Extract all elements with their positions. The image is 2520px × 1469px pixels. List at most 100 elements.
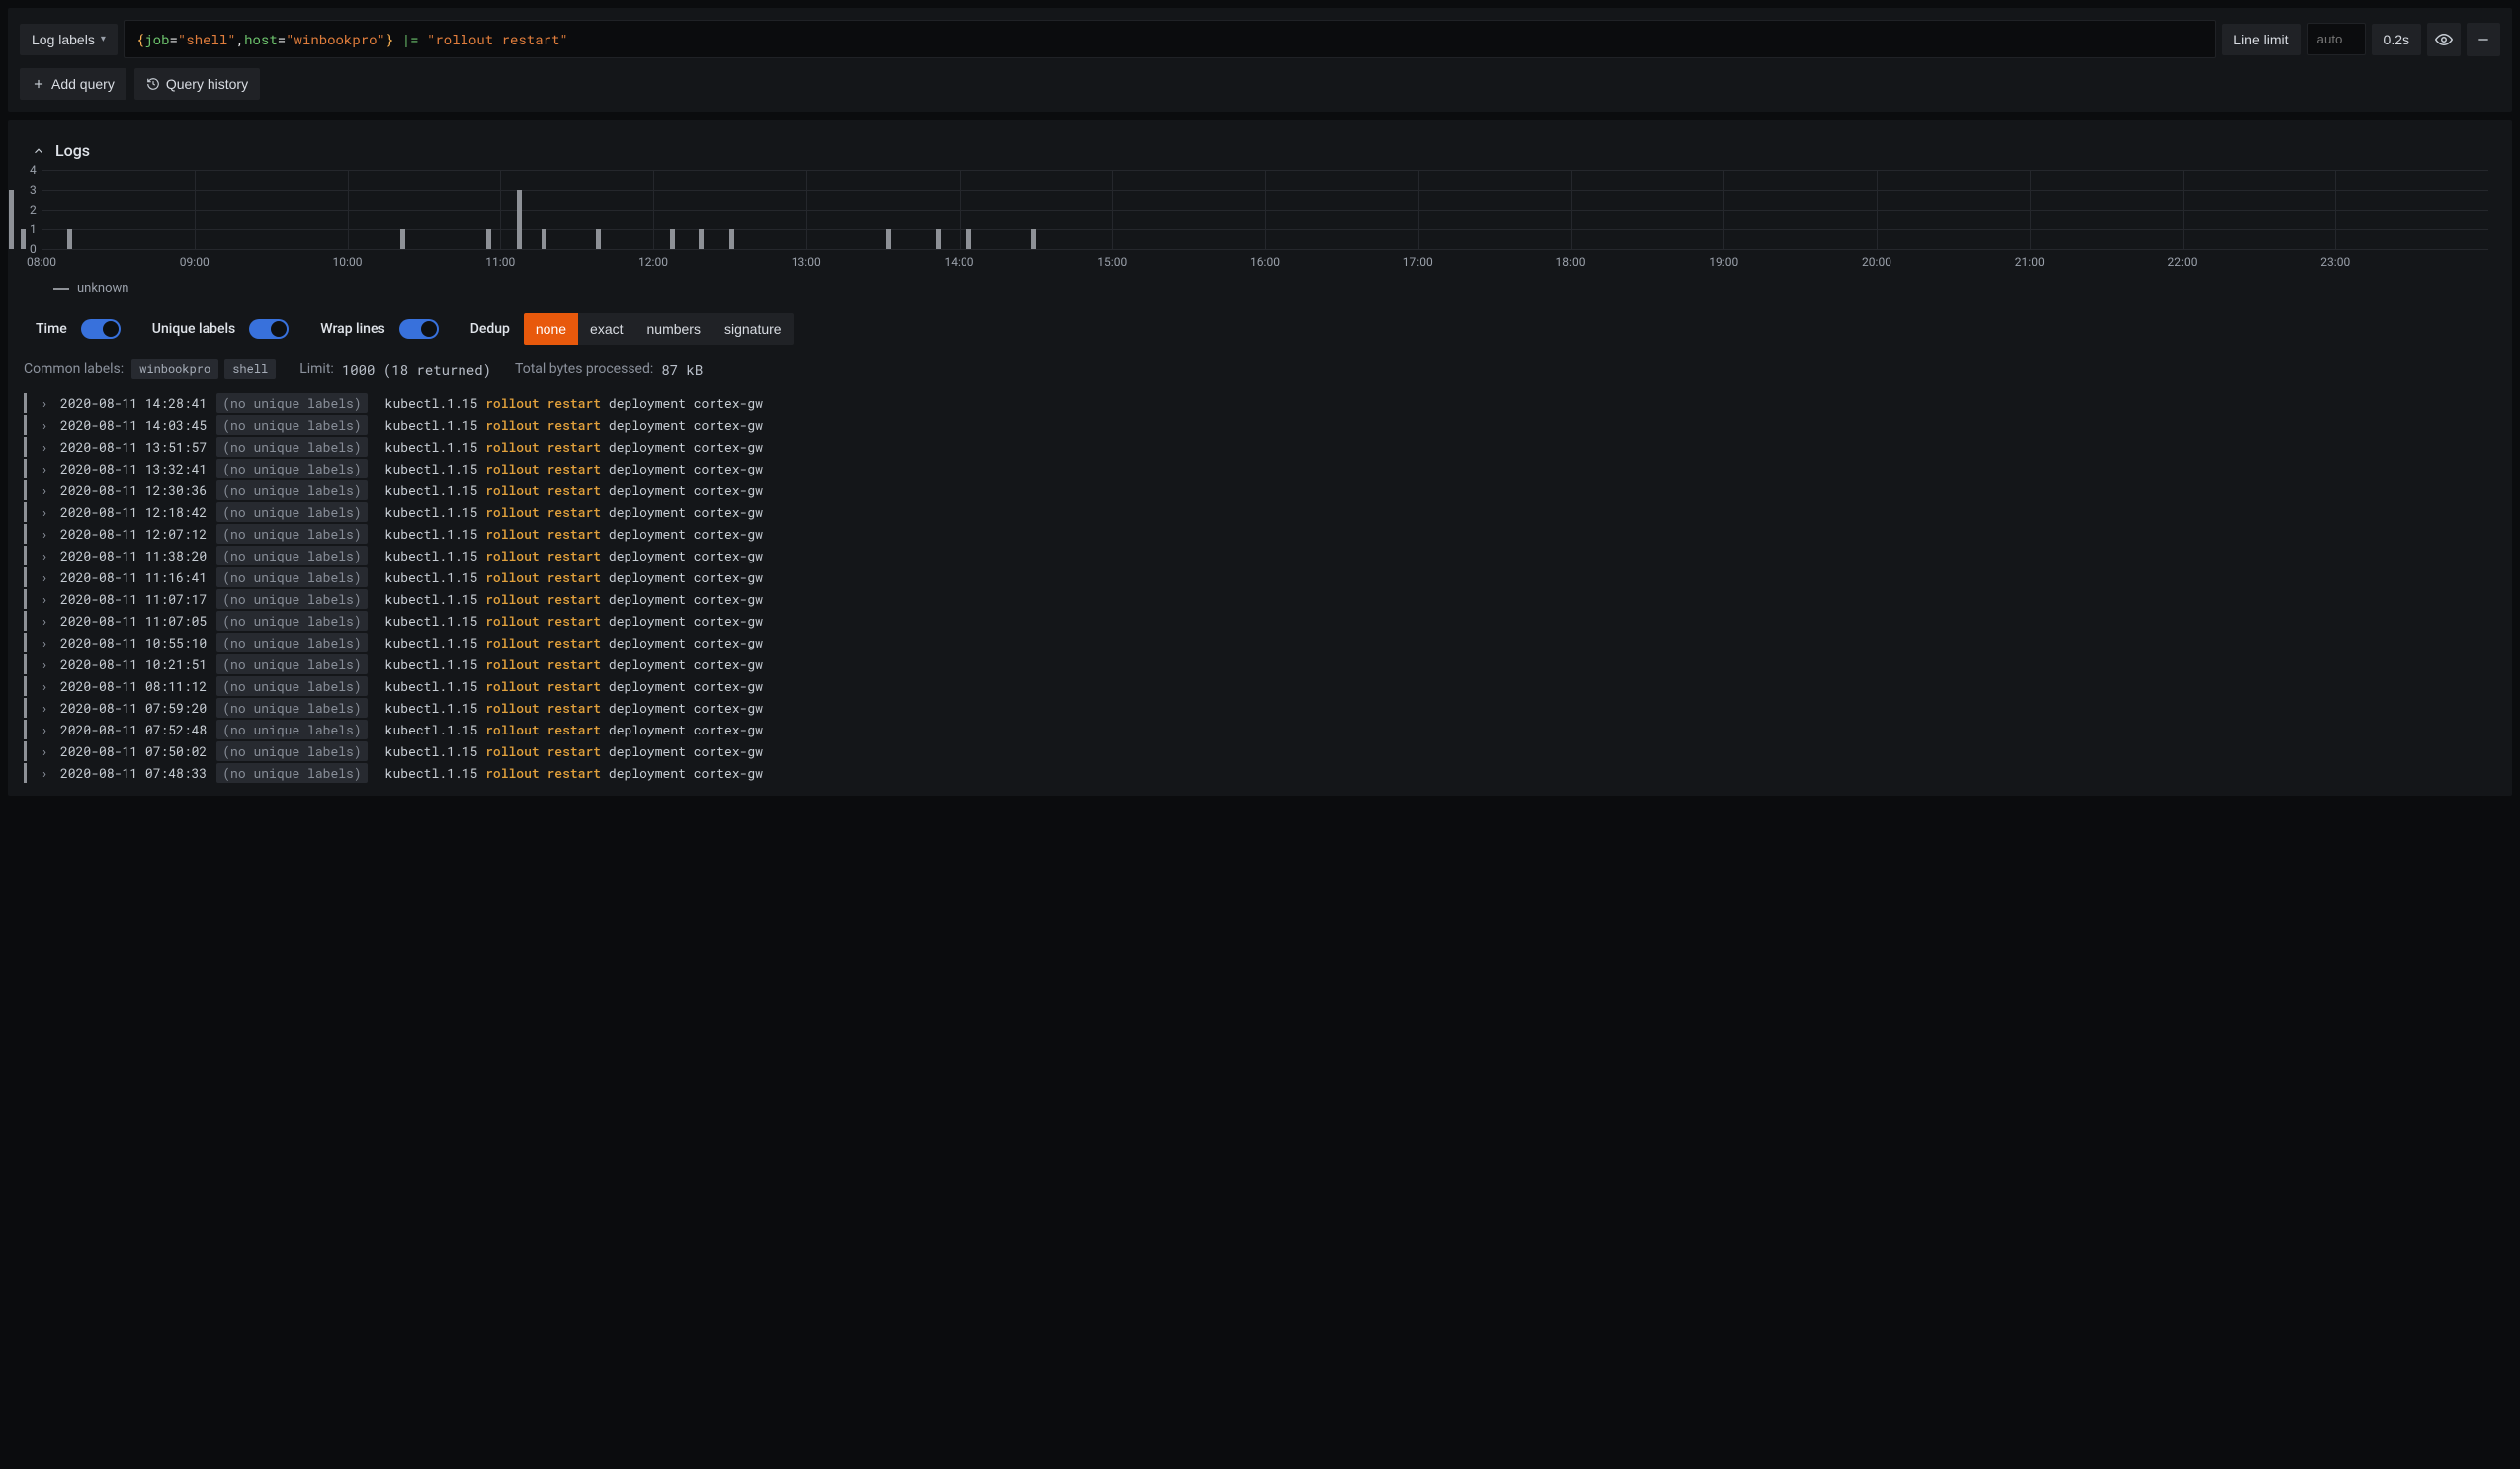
log-message: kubectl.1.15 rollout restart deployment … — [385, 612, 763, 630]
log-options-bar: Time Unique labels Wrap lines Dedup none… — [20, 296, 2500, 351]
query-token-eq2: = — [278, 30, 286, 48]
hist-bar[interactable] — [1031, 229, 1036, 249]
log-level-bar — [24, 763, 27, 783]
expand-log-row-button[interactable]: › — [39, 655, 50, 673]
expand-log-row-button[interactable]: › — [39, 677, 50, 695]
log-timestamp: 2020-08-11 10:21:51 — [60, 655, 207, 673]
add-query-button[interactable]: Add query — [20, 68, 126, 100]
log-message-highlight: rollout restart — [485, 547, 601, 564]
hist-bar[interactable] — [729, 229, 734, 249]
log-message-prefix: kubectl.1.15 — [385, 438, 485, 456]
log-row: ›2020-08-11 10:55:10(no unique labels)ku… — [24, 632, 2496, 653]
expand-log-row-button[interactable]: › — [39, 568, 50, 586]
hist-bar[interactable] — [400, 229, 405, 249]
expand-log-row-button[interactable]: › — [39, 612, 50, 630]
log-timestamp: 2020-08-11 11:07:17 — [60, 590, 207, 608]
no-unique-labels-badge: (no unique labels) — [216, 480, 367, 500]
common-label-chip: shell — [224, 359, 276, 379]
hist-bar[interactable] — [966, 229, 971, 249]
toggle-wrap-lines[interactable] — [399, 319, 439, 339]
expand-log-row-button[interactable]: › — [39, 742, 50, 760]
hist-bar[interactable] — [542, 229, 546, 249]
log-timestamp: 2020-08-11 12:07:12 — [60, 525, 207, 543]
expand-log-row-button[interactable]: › — [39, 460, 50, 477]
log-level-bar — [24, 698, 27, 718]
log-message: kubectl.1.15 rollout restart deployment … — [385, 699, 763, 717]
log-timestamp: 2020-08-11 08:11:12 — [60, 677, 207, 695]
toggle-visibility-button[interactable] — [2427, 23, 2461, 56]
hist-bar[interactable] — [67, 229, 72, 249]
log-message: kubectl.1.15 rollout restart deployment … — [385, 438, 763, 456]
log-timestamp: 2020-08-11 07:50:02 — [60, 742, 207, 760]
log-message-suffix: deployment cortex-gw — [601, 503, 763, 521]
log-message-highlight: rollout restart — [485, 655, 601, 673]
hist-bar[interactable] — [596, 229, 601, 249]
hist-x-tick: 16:00 — [1250, 255, 1280, 269]
log-message: kubectl.1.15 rollout restart deployment … — [385, 590, 763, 608]
hist-bar[interactable] — [886, 229, 891, 249]
log-timestamp: 2020-08-11 10:55:10 — [60, 634, 207, 651]
dedup-option-numbers[interactable]: numbers — [635, 313, 713, 345]
log-message-highlight: rollout restart — [485, 699, 601, 717]
dedup-option-signature[interactable]: signature — [713, 313, 794, 345]
expand-log-row-button[interactable]: › — [39, 481, 50, 499]
log-message-suffix: deployment cortex-gw — [601, 764, 763, 782]
toggle-unique-labels[interactable] — [249, 319, 289, 339]
log-message-suffix: deployment cortex-gw — [601, 612, 763, 630]
line-limit-button[interactable]: Line limit — [2222, 24, 2300, 55]
expand-log-row-button[interactable]: › — [39, 721, 50, 738]
expand-log-row-button[interactable]: › — [39, 699, 50, 717]
query-history-label: Query history — [166, 76, 248, 92]
log-message-prefix: kubectl.1.15 — [385, 547, 485, 564]
expand-log-row-button[interactable]: › — [39, 547, 50, 564]
log-message-prefix: kubectl.1.15 — [385, 416, 485, 434]
log-message: kubectl.1.15 rollout restart deployment … — [385, 721, 763, 738]
no-unique-labels-badge: (no unique labels) — [216, 393, 367, 413]
query-token-space — [393, 30, 401, 48]
hist-bar[interactable] — [9, 190, 14, 249]
expand-log-row-button[interactable]: › — [39, 634, 50, 651]
log-message-highlight: rollout restart — [485, 764, 601, 782]
hist-bar[interactable] — [486, 229, 491, 249]
log-timestamp: 2020-08-11 13:32:41 — [60, 460, 207, 477]
query-token-val-host: "winbookpro" — [286, 30, 385, 48]
expand-log-row-button[interactable]: › — [39, 416, 50, 434]
expand-log-row-button[interactable]: › — [39, 438, 50, 456]
remove-query-button[interactable] — [2467, 23, 2500, 56]
hist-bar[interactable] — [517, 190, 522, 249]
log-message-prefix: kubectl.1.15 — [385, 568, 485, 586]
legend-label-unknown: unknown — [77, 281, 128, 296]
expand-log-row-button[interactable]: › — [39, 590, 50, 608]
limit-value: 1000 (18 returned) — [342, 360, 491, 379]
log-message: kubectl.1.15 rollout restart deployment … — [385, 677, 763, 695]
bytes-label: Total bytes processed: — [515, 361, 653, 377]
log-timestamp: 2020-08-11 12:30:36 — [60, 481, 207, 499]
hist-bar[interactable] — [699, 229, 704, 249]
log-message-highlight: rollout restart — [485, 677, 601, 695]
log-row: ›2020-08-11 13:32:41(no unique labels)ku… — [24, 458, 2496, 479]
log-timestamp: 2020-08-11 12:18:42 — [60, 503, 207, 521]
query-input[interactable]: {job="shell",host="winbookpro"} |= "roll… — [124, 20, 2216, 58]
dedup-option-exact[interactable]: exact — [578, 313, 634, 345]
dedup-option-none[interactable]: none — [524, 313, 578, 345]
log-labels-button[interactable]: Log labels ▾ — [20, 24, 118, 55]
hist-bar[interactable] — [670, 229, 675, 249]
expand-log-row-button[interactable]: › — [39, 503, 50, 521]
hist-bar[interactable] — [936, 229, 941, 249]
log-histogram[interactable]: 0123408:0009:0010:0011:0012:0013:0014:00… — [20, 170, 2500, 296]
line-limit-button-label: Line limit — [2233, 32, 2288, 47]
expand-log-row-button[interactable]: › — [39, 525, 50, 543]
log-row: ›2020-08-11 13:51:57(no unique labels)ku… — [24, 436, 2496, 458]
plus-icon — [32, 77, 45, 91]
query-elapsed[interactable]: 0.2s — [2372, 24, 2421, 55]
query-history-button[interactable]: Query history — [134, 68, 260, 100]
log-level-bar — [24, 611, 27, 631]
hist-bar[interactable] — [21, 229, 26, 249]
collapse-section-button[interactable] — [32, 144, 45, 158]
expand-log-row-button[interactable]: › — [39, 394, 50, 412]
toggle-time[interactable] — [81, 319, 121, 339]
expand-log-row-button[interactable]: › — [39, 764, 50, 782]
line-limit-input[interactable] — [2307, 23, 2366, 55]
log-message: kubectl.1.15 rollout restart deployment … — [385, 416, 763, 434]
query-editor-panel: Log labels ▾ {job="shell",host="winbookp… — [8, 8, 2512, 112]
